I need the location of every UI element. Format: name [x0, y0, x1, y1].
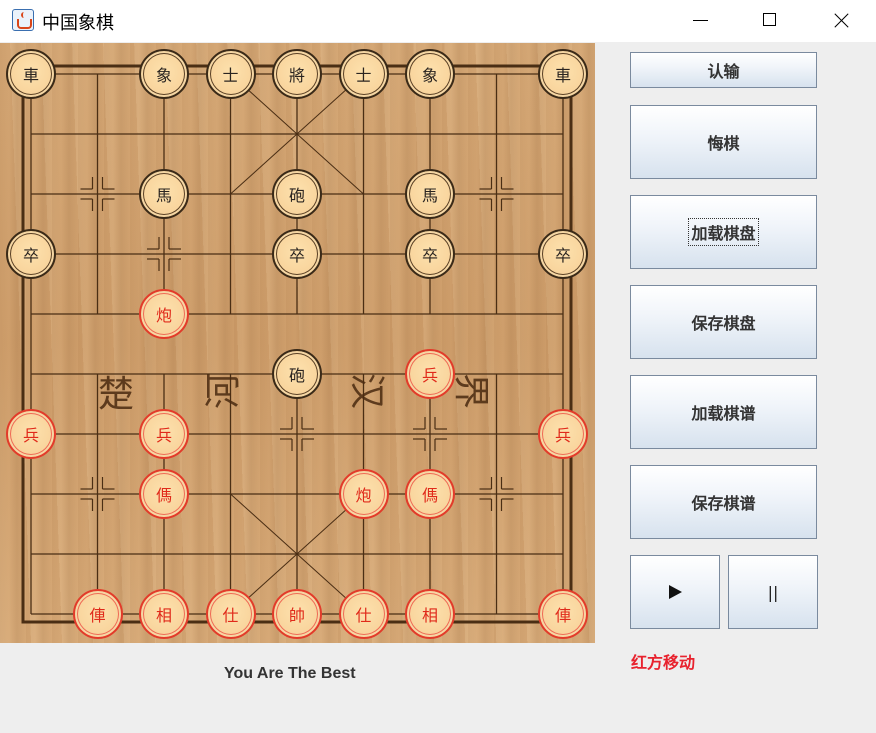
java-cup-icon — [12, 9, 34, 31]
red-piece[interactable]: 炮 — [139, 289, 189, 339]
resign-button[interactable]: 认输 — [630, 52, 817, 88]
window-title: 中国象棋 — [42, 13, 114, 34]
red-piece[interactable]: 兵 — [405, 349, 455, 399]
black-piece[interactable]: 士 — [338, 49, 389, 99]
black-piece[interactable]: 將 — [272, 49, 322, 99]
red-piece[interactable]: 仕 — [338, 589, 389, 639]
pause-button[interactable]: || — [728, 555, 818, 629]
board-grid — [21, 64, 573, 624]
black-piece[interactable]: 砲 — [272, 169, 322, 219]
title-bar: 中国象棋 — [0, 0, 876, 42]
turn-status: 红方移动 — [631, 653, 696, 672]
black-piece[interactable]: 卒 — [272, 229, 322, 279]
play-icon — [668, 585, 682, 599]
black-piece[interactable]: 士 — [205, 49, 256, 99]
play-button[interactable] — [630, 555, 720, 629]
red-piece[interactable]: 兵 — [6, 409, 56, 459]
load-record-button[interactable]: 加载棋谱 — [630, 375, 817, 449]
red-piece[interactable]: 傌 — [139, 469, 189, 519]
minimize-icon — [693, 20, 708, 21]
close-button[interactable] — [817, 0, 863, 42]
black-piece[interactable]: 馬 — [405, 169, 455, 219]
save-record-button[interactable]: 保存棋谱 — [630, 465, 817, 539]
save-board-button[interactable]: 保存棋盘 — [630, 285, 817, 359]
load-board-button[interactable]: 加载棋盘 — [630, 195, 817, 269]
black-piece[interactable]: 象 — [139, 49, 189, 99]
black-piece[interactable]: 卒 — [538, 229, 588, 279]
red-piece[interactable]: 傌 — [405, 469, 455, 519]
red-piece[interactable]: 炮 — [338, 469, 389, 519]
red-piece[interactable]: 俥 — [538, 589, 588, 639]
black-piece[interactable]: 象 — [405, 49, 455, 99]
river-text-he: 河 — [203, 372, 245, 410]
footer-message: You Are The Best — [224, 665, 356, 682]
red-piece[interactable]: 帥 — [272, 589, 322, 639]
undo-button[interactable]: 悔棋 — [630, 105, 817, 179]
black-piece[interactable]: 車 — [6, 49, 56, 99]
red-piece[interactable]: 相 — [139, 589, 189, 639]
river-text-chu: 楚 — [98, 374, 135, 415]
red-piece[interactable]: 仕 — [205, 589, 256, 639]
black-piece[interactable]: 卒 — [405, 229, 455, 279]
minimize-button[interactable] — [677, 0, 723, 42]
load-board-label: 加载棋盘 — [688, 218, 759, 246]
river-text-jie: 界 — [450, 372, 492, 410]
red-piece[interactable]: 俥 — [72, 589, 123, 639]
red-piece[interactable]: 兵 — [139, 409, 189, 459]
black-piece[interactable]: 車 — [538, 49, 588, 99]
river-text-han: 汉 — [346, 372, 388, 410]
pause-label: || — [767, 582, 779, 602]
maximize-button[interactable] — [747, 0, 793, 42]
maximize-icon — [763, 13, 776, 26]
black-piece[interactable]: 砲 — [272, 349, 322, 399]
black-piece[interactable]: 卒 — [6, 229, 56, 279]
red-piece[interactable]: 兵 — [538, 409, 588, 459]
red-piece[interactable]: 相 — [405, 589, 455, 639]
chess-board[interactable]: 楚 河 汉 界 車象士將士象車馬砲馬卒卒卒卒砲炮兵兵兵兵傌炮傌俥相仕帥仕相俥 — [0, 43, 595, 643]
black-piece[interactable]: 馬 — [139, 169, 189, 219]
